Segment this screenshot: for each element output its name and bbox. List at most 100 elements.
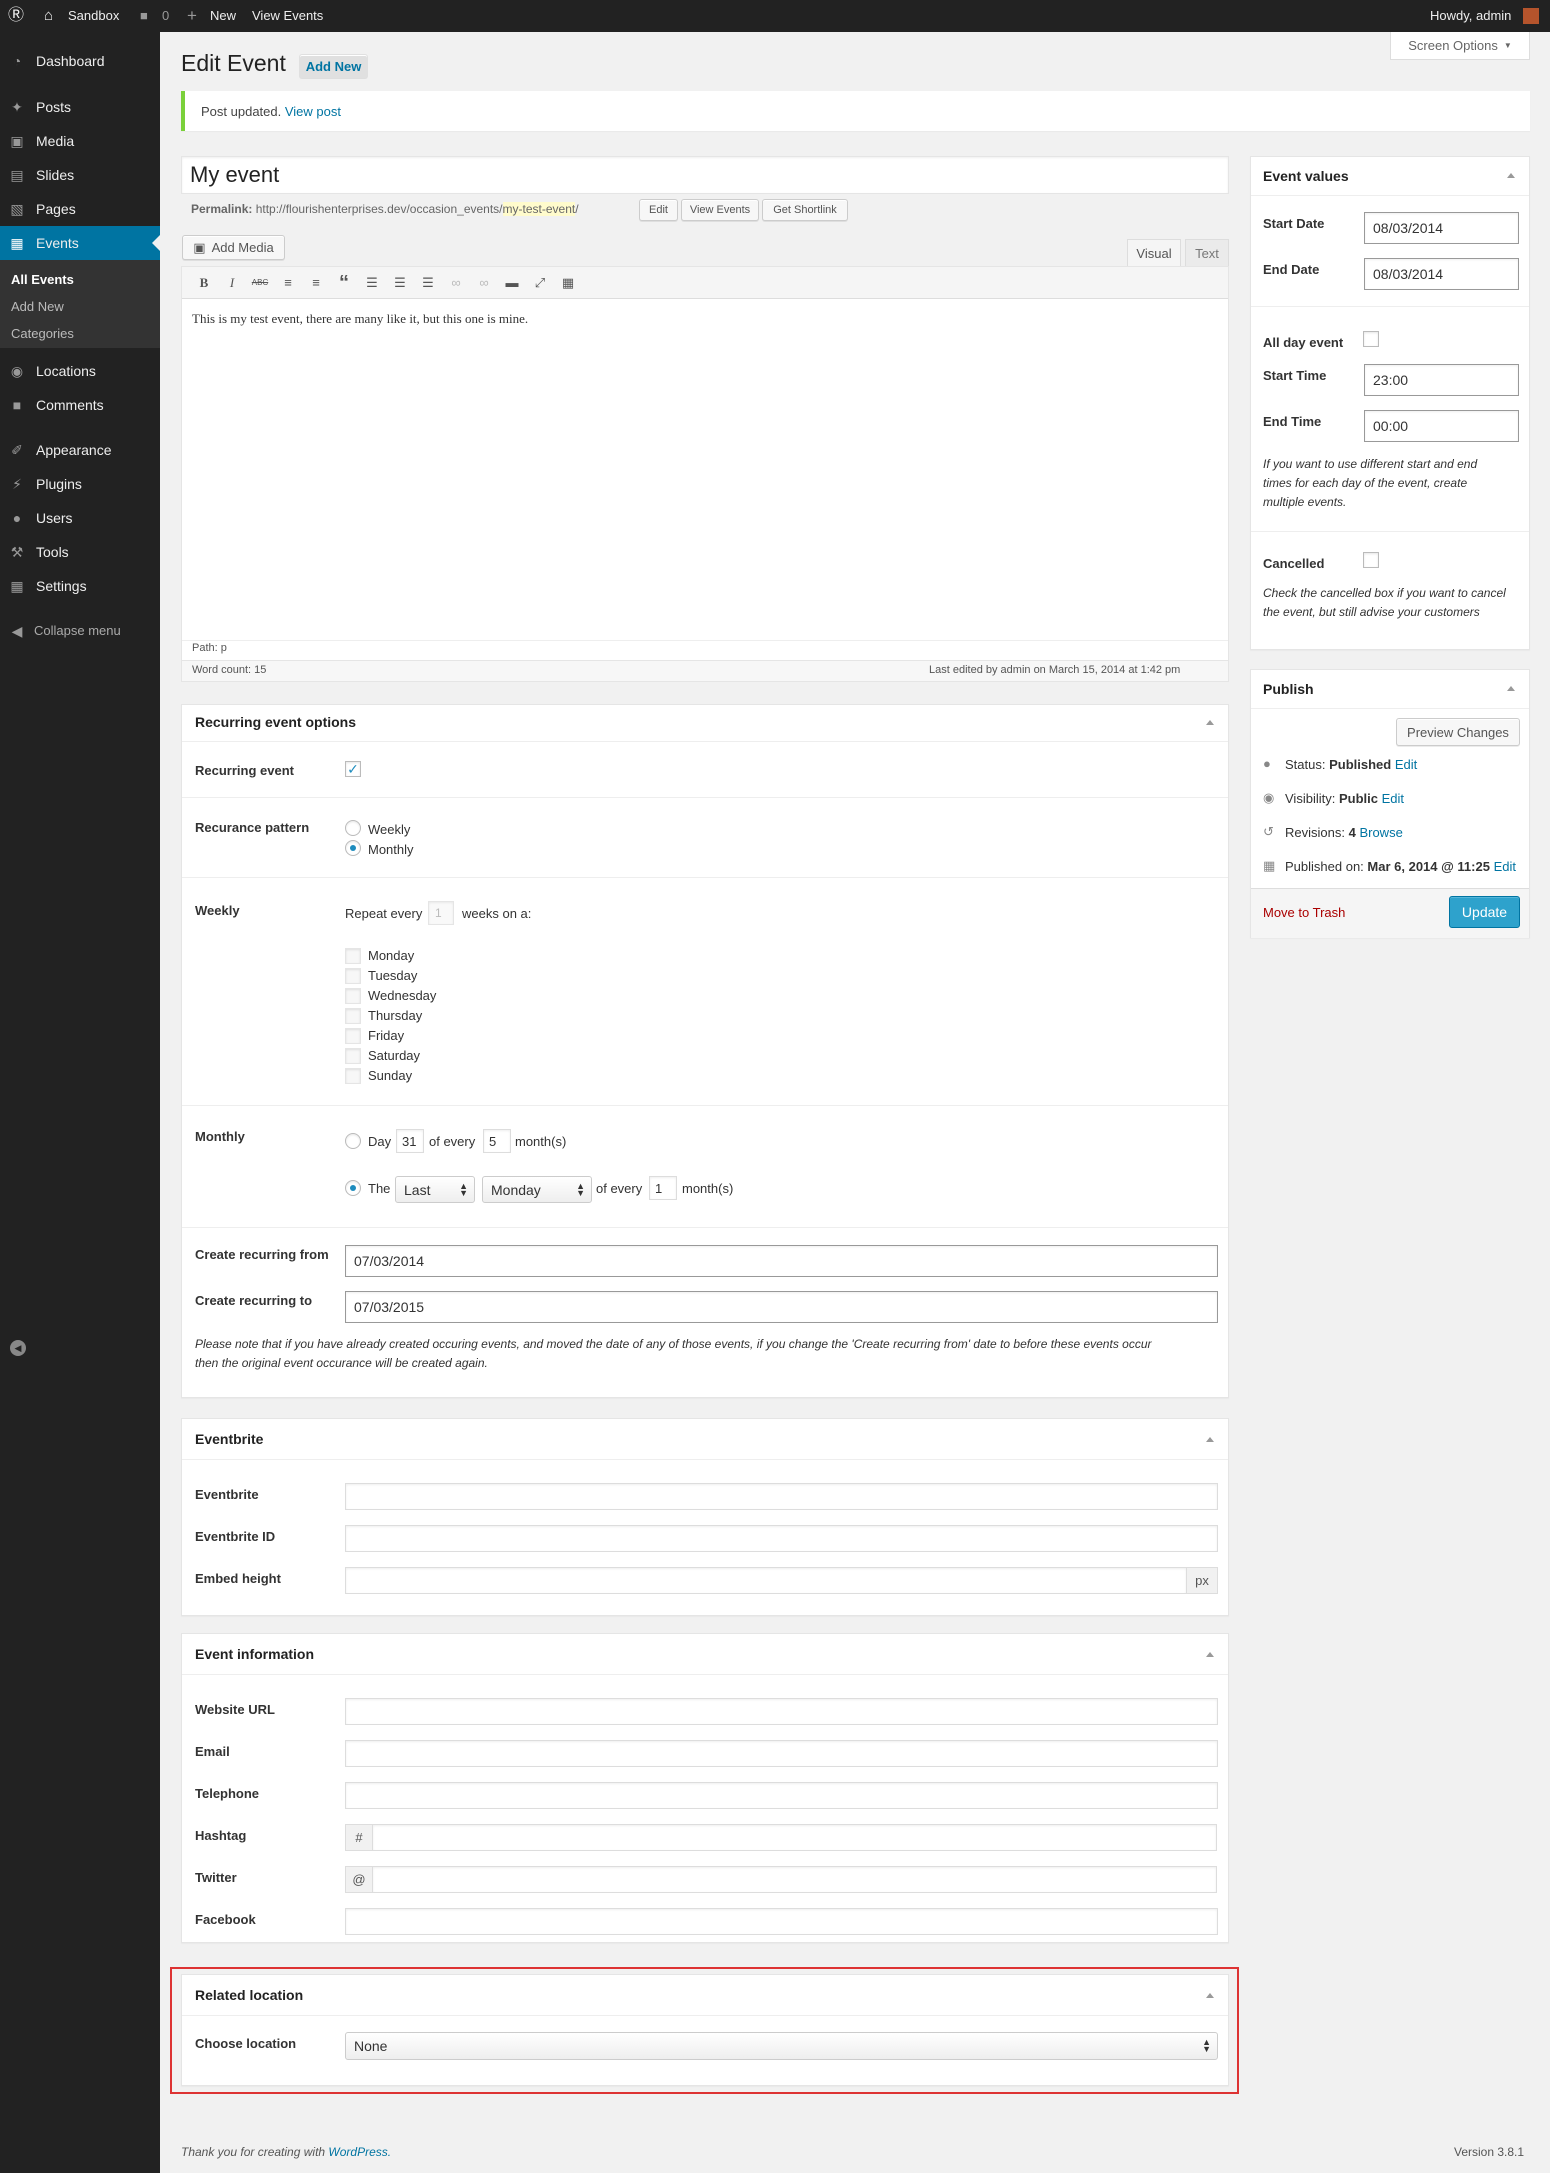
account-greeting[interactable]: Howdy, admin	[1430, 0, 1511, 32]
all-day-checkbox[interactable]	[1363, 331, 1379, 347]
permalink-slug[interactable]: my-test-event	[502, 202, 576, 216]
hashtag-input[interactable]	[372, 1824, 1217, 1851]
monthly-day-radio[interactable]	[345, 1133, 361, 1149]
wordpress-logo-icon[interactable]: Ⓡ	[8, 0, 24, 32]
email-input[interactable]	[345, 1740, 1218, 1767]
embed-height-input[interactable]	[345, 1567, 1187, 1594]
recurring-from-input[interactable]: 07/03/2014	[345, 1245, 1218, 1277]
link-icon[interactable]: ∞	[446, 273, 466, 293]
collapse-toggle-icon[interactable]	[1206, 1652, 1214, 1657]
months-interval-input-2[interactable]: 1	[649, 1176, 677, 1200]
facebook-input[interactable]	[345, 1908, 1218, 1935]
move-to-trash-link[interactable]: Move to Trash	[1263, 905, 1345, 920]
numbered-list-icon[interactable]: ≡	[306, 273, 326, 293]
location-select[interactable]: None ▲ ▼	[345, 2032, 1218, 2060]
collapse-toggle-icon[interactable]	[1206, 720, 1214, 725]
screen-options-button[interactable]: Screen Options ▼	[1390, 32, 1530, 60]
monthly-the-radio[interactable]	[345, 1180, 361, 1196]
collapse-arrow-icon[interactable]: ◀	[10, 1340, 26, 1356]
friday-checkbox[interactable]	[345, 1028, 361, 1044]
get-shortlink-button[interactable]: Get Shortlink	[762, 199, 848, 221]
kitchen-sink-icon[interactable]: ▦	[558, 273, 578, 293]
end-date-input[interactable]: 08/03/2014	[1364, 258, 1519, 290]
menu-posts[interactable]: ✦ Posts	[0, 90, 160, 124]
collapse-toggle-icon[interactable]	[1507, 686, 1515, 691]
menu-dashboard[interactable]: ◔ Dashboard	[0, 44, 160, 78]
update-button[interactable]: Update	[1449, 896, 1520, 928]
tuesday-checkbox[interactable]	[345, 968, 361, 984]
menu-locations[interactable]: ◉ Locations	[0, 354, 160, 388]
edit-date-link[interactable]: Edit	[1494, 859, 1516, 874]
edit-permalink-button[interactable]: Edit	[639, 199, 678, 221]
saturday-checkbox[interactable]	[345, 1048, 361, 1064]
menu-comments[interactable]: ■ Comments	[0, 388, 160, 422]
day-of-month-input[interactable]: 31	[396, 1129, 424, 1153]
sunday-checkbox[interactable]	[345, 1068, 361, 1084]
collapse-toggle-icon[interactable]	[1507, 173, 1515, 178]
view-events-button[interactable]: View Events	[681, 199, 759, 221]
recurring-to-input[interactable]: 07/03/2015	[345, 1291, 1218, 1323]
align-center-icon[interactable]: ☰	[390, 273, 410, 293]
start-date-input[interactable]: 08/03/2014	[1364, 212, 1519, 244]
post-title-input[interactable]: My event	[181, 156, 1229, 194]
pattern-monthly-radio[interactable]	[345, 840, 361, 856]
end-time-input[interactable]: 00:00	[1364, 410, 1519, 442]
browse-revisions-link[interactable]: Browse	[1359, 825, 1402, 840]
menu-plugins[interactable]: ⚡ Plugins	[0, 467, 160, 501]
submenu-categories[interactable]: Categories	[11, 322, 74, 346]
unlink-icon[interactable]: ∞	[474, 273, 494, 293]
wordpress-link[interactable]: WordPress.	[328, 2145, 391, 2159]
menu-users[interactable]: ● Users	[0, 501, 160, 535]
tab-text[interactable]: Text	[1185, 239, 1229, 267]
repeat-weeks-input[interactable]: 1	[428, 901, 454, 925]
menu-media[interactable]: ▣ Media	[0, 124, 160, 158]
months-interval-input[interactable]: 5	[483, 1129, 511, 1153]
ordinal-select[interactable]: Last ▲ ▼	[395, 1176, 475, 1203]
weekday-select[interactable]: Monday ▲ ▼	[482, 1176, 592, 1203]
submenu-all-events[interactable]: All Events	[11, 268, 74, 292]
cancelled-checkbox[interactable]	[1363, 552, 1379, 568]
pattern-weekly-radio[interactable]	[345, 820, 361, 836]
add-media-button[interactable]: ▣ Add Media	[182, 235, 285, 260]
site-name-link[interactable]: Sandbox	[68, 0, 119, 32]
align-left-icon[interactable]: ☰	[362, 273, 382, 293]
menu-settings[interactable]: ▦ Settings	[0, 569, 160, 603]
add-new-button[interactable]: Add New	[299, 54, 368, 78]
comments-count[interactable]: 0	[162, 0, 169, 32]
website-url-input[interactable]	[345, 1698, 1218, 1725]
telephone-input[interactable]	[345, 1782, 1218, 1809]
preview-changes-button[interactable]: Preview Changes	[1396, 718, 1520, 746]
menu-events[interactable]: ▦ Events	[0, 226, 160, 260]
menu-slides[interactable]: ▤ Slides	[0, 158, 160, 192]
wednesday-checkbox[interactable]	[345, 988, 361, 1004]
menu-tools[interactable]: ⚒ Tools	[0, 535, 160, 569]
edit-status-link[interactable]: Edit	[1395, 757, 1417, 772]
blockquote-icon[interactable]: “	[334, 273, 354, 293]
eventbrite-id-input[interactable]	[345, 1525, 1218, 1552]
start-time-input[interactable]: 23:00	[1364, 364, 1519, 396]
menu-pages[interactable]: ▧ Pages	[0, 192, 160, 226]
fullscreen-icon[interactable]: ⤢	[530, 273, 550, 293]
collapse-toggle-icon[interactable]	[1206, 1993, 1214, 1998]
view-events-link[interactable]: View Events	[252, 0, 323, 32]
monday-checkbox[interactable]	[345, 948, 361, 964]
tab-visual[interactable]: Visual	[1127, 239, 1181, 267]
italic-icon[interactable]: I	[222, 273, 242, 293]
menu-appearance[interactable]: ✐ Appearance	[0, 433, 160, 467]
twitter-input[interactable]	[372, 1866, 1217, 1893]
thursday-checkbox[interactable]	[345, 1008, 361, 1024]
eventbrite-input[interactable]	[345, 1483, 1218, 1510]
align-right-icon[interactable]: ☰	[418, 273, 438, 293]
strikethrough-icon[interactable]: ABC	[250, 273, 270, 293]
bold-icon[interactable]: B	[194, 273, 214, 293]
view-post-link[interactable]: View post	[285, 104, 341, 119]
collapse-toggle-icon[interactable]	[1206, 1437, 1214, 1442]
new-content-link[interactable]: New	[210, 0, 236, 32]
avatar[interactable]	[1523, 8, 1539, 24]
collapse-menu[interactable]: ◀ Collapse menu	[0, 614, 160, 648]
editor-content[interactable]: This is my test event, there are many li…	[192, 311, 528, 327]
read-more-icon[interactable]: ▬	[502, 273, 522, 293]
bullet-list-icon[interactable]: ≡	[278, 273, 298, 293]
recurring-event-checkbox[interactable]: ✓	[345, 761, 361, 777]
edit-visibility-link[interactable]: Edit	[1382, 791, 1404, 806]
